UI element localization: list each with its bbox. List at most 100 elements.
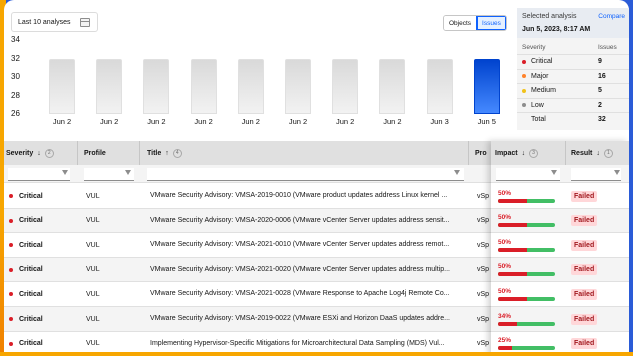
chart-bar[interactable] — [143, 58, 170, 114]
chart-bar[interactable] — [426, 58, 453, 114]
x-tick-label: Jun 2 — [336, 117, 355, 126]
chart-bar[interactable] — [49, 58, 75, 114]
x-tick-label: Jun 2 — [52, 117, 72, 126]
impact-cell: 50% — [498, 258, 560, 282]
summary-total-label: Total — [531, 116, 546, 124]
x-tick-label: Jun 5 — [477, 117, 496, 126]
y-tick-label: 32 — [11, 53, 20, 63]
y-tick-label: 28 — [11, 90, 20, 100]
title-cell[interactable]: VMware Security Advisory: VMSA-2021-0020… — [150, 258, 462, 282]
impact-percent: 50% — [498, 189, 512, 197]
impact-percent: 34% — [498, 312, 512, 320]
col-header-result[interactable]: Result ↓ 1 — [571, 141, 613, 165]
col-impact-label: Impact — [495, 149, 518, 157]
chart-bar[interactable] — [190, 58, 217, 114]
impact-cell: 50% — [498, 282, 560, 306]
table-row[interactable]: Critical VUL VMware Security Advisory: VMS… — [4, 233, 629, 258]
summary-date: Jun 5, 2023, 8:17 AM — [522, 26, 591, 33]
col-severity-label: Severity — [6, 149, 34, 157]
sort-order-badge: 3 — [529, 148, 539, 158]
severity-filter[interactable] — [8, 168, 70, 181]
critical-dot-icon — [9, 218, 13, 223]
sort-down-icon: ↓ — [37, 149, 41, 157]
result-cell: Failed — [571, 282, 621, 306]
chart-bar[interactable] — [379, 58, 406, 114]
col-header-pro[interactable]: Pro — [475, 141, 487, 165]
chart-bar[interactable] — [237, 58, 264, 114]
result-cell: Failed — [571, 307, 621, 331]
result-cell: Failed — [571, 233, 621, 257]
title-cell[interactable]: VMware Security Advisory: VMSA-2019-0022… — [150, 307, 462, 331]
result-failed-tag: Failed — [571, 239, 598, 251]
chart-bar[interactable] — [473, 58, 500, 114]
title-cell[interactable]: VMware Security Advisory: VMSA-2019-0010… — [150, 184, 462, 208]
x-tick-label: Jun 2 — [383, 117, 402, 126]
sort-order-badge: 2 — [44, 148, 54, 158]
analysis-range-select[interactable]: Last 10 analyses — [11, 12, 98, 32]
filter-icon — [614, 170, 620, 175]
col-result-label: Result — [571, 149, 593, 157]
summary-total-row: Total 32 — [517, 112, 629, 127]
severity-value: Critical — [19, 290, 43, 298]
table-row[interactable]: Critical VUL VMware Security Advisory: VMS… — [4, 307, 629, 332]
col-header-severity[interactable]: Severity ↓ 2 — [6, 141, 54, 165]
col-header-title[interactable]: Title ↑ 4 — [147, 141, 182, 165]
impact-bar — [498, 198, 555, 203]
chart-bar[interactable] — [285, 58, 311, 114]
table-header: Severity ↓ 2 Profile Title ↑ 4 Pro Impac… — [4, 141, 629, 165]
impact-bar — [498, 346, 555, 351]
summary-col-severity: Severity — [522, 44, 546, 51]
impact-cell: 50% — [498, 209, 560, 233]
impact-bar — [498, 296, 555, 301]
profile-cell: VUL — [86, 315, 100, 323]
severity-value: Critical — [19, 315, 43, 323]
severity-dot-icon — [522, 59, 526, 64]
x-tick-label: Jun 3 — [430, 117, 449, 126]
summary-row-label: Low — [531, 101, 544, 109]
table-row[interactable]: Critical VUL VMware Security Advisory: VMS… — [4, 257, 629, 283]
pro-cell: vSp — [477, 192, 490, 200]
severity-value: Critical — [19, 217, 43, 225]
table-row[interactable]: Critical VUL VMware Security Advisory: VMS… — [4, 184, 629, 209]
col-pro-label: Pro — [475, 149, 487, 157]
chart-bar[interactable] — [332, 58, 359, 114]
summary-row-low: Low 2 — [517, 97, 629, 113]
impact-percent: 50% — [498, 214, 512, 222]
pro-cell: vSp — [477, 290, 490, 298]
pro-cell: vSp — [477, 217, 490, 225]
toggle-objects[interactable]: Objects — [444, 16, 477, 30]
title-filter[interactable] — [147, 168, 464, 181]
analysis-card: Last 10 analyses Objects Issues 34 32 30 28… — [4, 0, 629, 356]
pro-cell: vSp — [477, 241, 490, 249]
impact-bar — [498, 321, 555, 326]
result-failed-tag: Failed — [571, 288, 598, 300]
col-header-profile[interactable]: Profile — [84, 141, 106, 165]
severity-cell: Critical — [9, 184, 77, 208]
title-cell[interactable]: VMware Security Advisory: VMSA-2021-0010… — [150, 233, 462, 257]
critical-dot-icon — [9, 341, 13, 346]
impact-bar-fill — [498, 272, 527, 277]
title-cell[interactable]: VMware Security Advisory: VMSA-2020-0006… — [150, 209, 462, 233]
table-row[interactable]: Critical VUL VMware Security Advisory: VMS… — [4, 282, 629, 307]
compare-link[interactable]: Compare — [598, 13, 625, 20]
impact-cell: 50% — [498, 233, 560, 257]
filter-row — [4, 165, 629, 183]
severity-cell: Critical — [9, 233, 77, 257]
filter-icon — [454, 170, 460, 175]
impact-bar-fill — [498, 247, 527, 252]
result-cell: Failed — [571, 184, 621, 208]
toggle-issues[interactable]: Issues — [476, 16, 506, 30]
decorative-frame-bottom — [0, 352, 633, 356]
sort-order-badge: 4 — [172, 148, 182, 158]
title-cell[interactable]: VMware Security Advisory: VMSA-2021-0028… — [150, 282, 462, 306]
col-header-impact[interactable]: Impact ↓ 3 — [495, 141, 539, 165]
table-row[interactable]: Critical VUL VMware Security Advisory: VMS… — [4, 208, 629, 234]
impact-cell: 50% — [498, 184, 560, 208]
impact-bar-fill — [498, 223, 527, 228]
impact-bar-fill — [498, 198, 527, 203]
col-title-label: Title — [147, 149, 162, 157]
chart-bar[interactable] — [96, 58, 123, 114]
impact-bar-fill — [498, 296, 527, 301]
severity-dot-icon — [522, 88, 526, 93]
sort-order-badge: 1 — [603, 148, 613, 158]
